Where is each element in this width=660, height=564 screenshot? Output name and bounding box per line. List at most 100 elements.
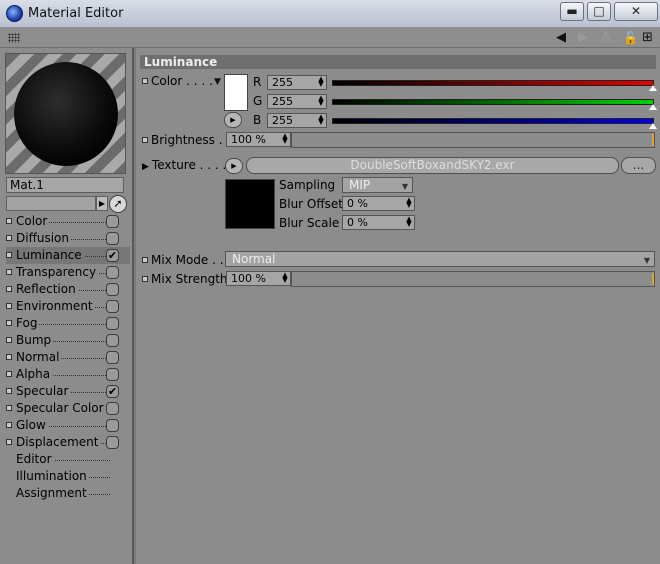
channel-checkbox[interactable] <box>106 402 119 415</box>
preview-select[interactable] <box>6 196 96 211</box>
animation-dot-icon[interactable] <box>6 405 12 411</box>
animation-dot-icon[interactable] <box>142 137 148 143</box>
channel-label: Illumination <box>16 469 89 483</box>
forward-arrow-icon[interactable]: ▶ <box>578 30 588 46</box>
lock-icon[interactable]: 🔓 <box>623 30 638 46</box>
channel-checkbox[interactable] <box>106 266 119 279</box>
new-window-icon[interactable]: ⊞ <box>642 30 653 46</box>
color-mode-button[interactable]: ▶ <box>224 112 242 128</box>
brightness-field[interactable]: 100 % ▲ ▼ <box>226 132 291 147</box>
animation-dot-icon[interactable] <box>6 252 12 258</box>
texture-thumbnail[interactable] <box>225 179 275 229</box>
animation-dot-icon[interactable] <box>6 235 12 241</box>
channel-label: Editor <box>16 452 54 466</box>
g-slider[interactable] <box>332 99 657 110</box>
animation-dot-icon[interactable] <box>6 439 12 445</box>
material-name-field[interactable]: Mat.1 <box>6 177 124 193</box>
animation-dot-icon[interactable] <box>6 320 12 326</box>
animation-dot-icon[interactable] <box>142 257 148 263</box>
animation-dot-icon[interactable] <box>6 354 12 360</box>
animation-dot-icon[interactable] <box>142 276 148 282</box>
channel-item[interactable]: Specular ✔ <box>6 383 130 400</box>
play-arrow-icon[interactable]: ▶ <box>96 196 108 211</box>
text-icon[interactable]: A <box>601 30 610 46</box>
back-arrow-icon[interactable]: ◀ <box>556 30 566 46</box>
texture-file-field[interactable]: DoubleSoftBoxandSKY2.exr <box>246 157 619 174</box>
material-preview[interactable] <box>5 53 126 174</box>
channel-checkbox[interactable] <box>106 283 119 296</box>
channel-checkbox[interactable] <box>106 215 119 228</box>
channel-checkbox[interactable] <box>106 300 119 313</box>
channel-checkbox[interactable] <box>106 334 119 347</box>
channel-item[interactable]: Diffusion <box>6 230 130 247</box>
sampling-label: Sampling <box>279 178 336 192</box>
channel-item[interactable]: Bump <box>6 332 130 349</box>
channel-item[interactable]: Glow <box>6 417 130 434</box>
minimize-button[interactable]: ▬ <box>560 2 584 21</box>
color-menu-arrow-icon[interactable]: ▼ <box>214 74 221 90</box>
animation-dot-icon[interactable] <box>6 303 12 309</box>
channel-label: Reflection <box>16 282 78 296</box>
channel-item[interactable]: Specular Color <box>6 400 130 417</box>
channel-item[interactable]: Luminance ✔ <box>6 247 130 264</box>
channel-label: Diffusion <box>16 231 71 245</box>
expand-triangle-icon[interactable]: ▶ <box>142 162 149 172</box>
r-slider[interactable] <box>332 80 657 91</box>
animation-dot-icon[interactable] <box>6 218 12 224</box>
preview-sphere <box>14 62 118 166</box>
mix-strength-slider[interactable] <box>291 271 655 287</box>
channel-checkbox[interactable] <box>106 232 119 245</box>
sampling-dropdown[interactable]: MIP ▼ <box>342 177 413 193</box>
channel-label: Fog <box>16 316 40 330</box>
g-label: G <box>253 94 263 108</box>
channel-item[interactable]: Illumination <box>6 468 130 485</box>
channel-label: Displacement <box>16 435 101 449</box>
grip-icon[interactable] <box>8 33 20 43</box>
texture-browse-button[interactable]: ... <box>621 157 656 174</box>
g-value-field[interactable]: 255 ▲ ▼ <box>267 94 327 109</box>
channel-item[interactable]: Editor <box>6 451 130 468</box>
animation-dot-icon[interactable] <box>142 78 148 84</box>
channel-checkbox[interactable] <box>106 351 119 364</box>
channel-checkbox[interactable] <box>106 368 119 381</box>
animation-dot-icon[interactable] <box>6 371 12 377</box>
mix-mode-label: Mix Mode . . <box>142 253 224 267</box>
window-title: Material Editor <box>28 6 124 21</box>
blur-scale-field[interactable]: 0 % ▲ ▼ <box>342 215 415 230</box>
b-value-field[interactable]: 255 ▲ ▼ <box>267 113 327 128</box>
channel-item[interactable]: Assignment <box>6 485 130 502</box>
channel-item[interactable]: Reflection <box>6 281 130 298</box>
channel-checkbox[interactable] <box>106 419 119 432</box>
b-slider[interactable] <box>332 118 657 129</box>
channel-item[interactable]: Displacement <box>6 434 130 451</box>
channel-checkbox[interactable] <box>106 317 119 330</box>
channel-item[interactable]: Environment <box>6 298 130 315</box>
channel-item[interactable]: Alpha <box>6 366 130 383</box>
animation-dot-icon[interactable] <box>6 269 12 275</box>
channel-item[interactable]: Transparency <box>6 264 130 281</box>
brightness-slider[interactable] <box>291 132 655 148</box>
mix-strength-field[interactable]: 100 % ▲ ▼ <box>226 271 291 286</box>
channel-label: Specular Color <box>16 401 106 415</box>
channel-checkbox[interactable] <box>106 436 119 449</box>
close-button[interactable]: ✕ <box>614 2 658 21</box>
texture-menu-button[interactable]: ▶ <box>225 158 243 174</box>
channel-label: Color <box>16 214 50 228</box>
animation-dot-icon[interactable] <box>6 422 12 428</box>
channel-item[interactable]: Normal <box>6 349 130 366</box>
channel-checkbox[interactable]: ✔ <box>106 249 119 262</box>
cursor-icon[interactable]: ➚ <box>109 195 127 213</box>
animation-dot-icon[interactable] <box>6 286 12 292</box>
channel-item[interactable]: Color <box>6 213 130 230</box>
mix-mode-dropdown[interactable]: Normal ▼ <box>225 251 655 267</box>
channel-label: Glow <box>16 418 48 432</box>
animation-dot-icon[interactable] <box>6 337 12 343</box>
animation-dot-icon[interactable] <box>6 388 12 394</box>
maximize-button[interactable]: □ <box>587 2 611 21</box>
channel-item[interactable]: Fog <box>6 315 130 332</box>
attributes-panel: Luminance Color . . . . ▼ R 255 ▲ ▼ G 255 ▲… <box>136 48 660 564</box>
color-swatch[interactable] <box>224 74 248 111</box>
channel-checkbox[interactable]: ✔ <box>106 385 119 398</box>
blur-offset-field[interactable]: 0 % ▲ ▼ <box>342 196 415 211</box>
r-value-field[interactable]: 255 ▲ ▼ <box>267 75 327 90</box>
